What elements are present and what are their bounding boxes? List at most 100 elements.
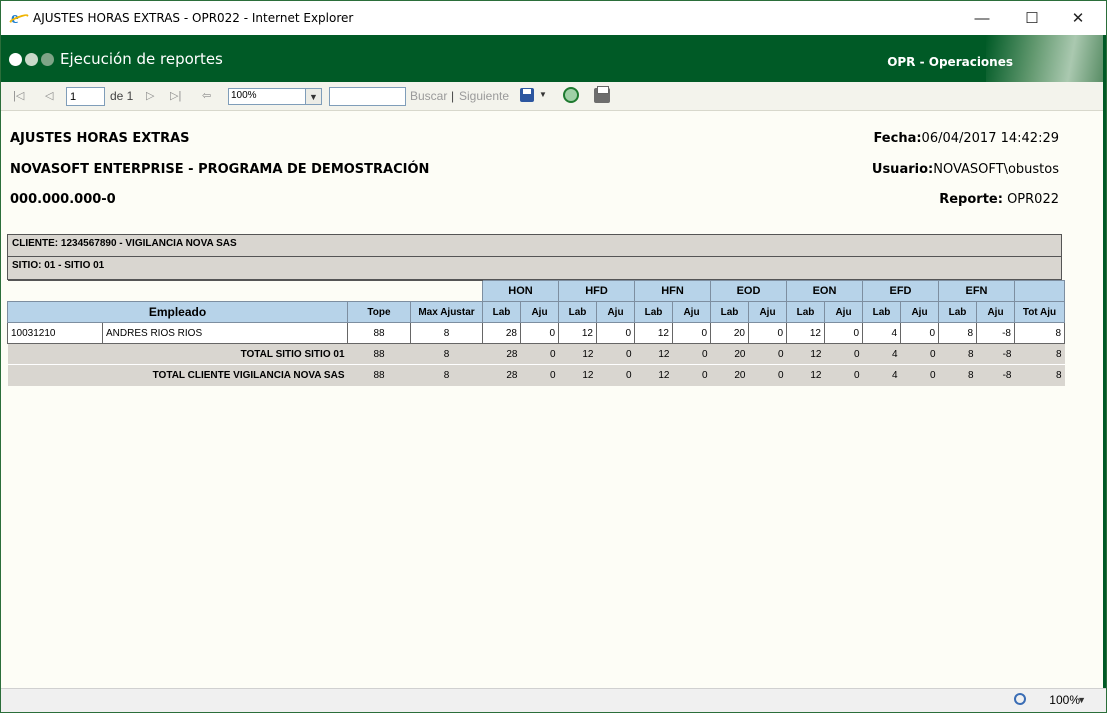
- col-lab: Lab: [710, 301, 749, 323]
- toolbar-separator: |: [451, 89, 455, 103]
- total-value: 0: [520, 343, 559, 365]
- date-label: Fecha:: [873, 131, 922, 146]
- col-lab: Lab: [938, 301, 977, 323]
- page-number-input[interactable]: [66, 87, 105, 106]
- row-value: 0: [520, 322, 559, 344]
- total-value: 0: [596, 343, 635, 365]
- report-code-label: Reporte:: [939, 192, 1003, 207]
- zoom-icon[interactable]: [1014, 693, 1026, 705]
- total-tope: 88: [347, 364, 411, 386]
- zoom-level[interactable]: 100%: [1049, 693, 1080, 707]
- report-user: Usuario:NOVASOFT\obustos: [872, 162, 1059, 177]
- search-link[interactable]: Buscar: [410, 89, 447, 103]
- chevron-down-icon[interactable]: ▼: [1077, 695, 1086, 705]
- row-max: 8: [410, 322, 483, 344]
- col-aju: Aju: [976, 301, 1015, 323]
- col-aju: Aju: [596, 301, 635, 323]
- col-tot-aju: Tot Aju: [1014, 301, 1065, 323]
- group-hfn: HFN: [634, 280, 711, 302]
- total-row-site: TOTAL SITIO SITIO 01 88 8 28 0 12 0 12 0…: [7, 343, 1065, 365]
- total-value: 12: [558, 343, 597, 365]
- total-value: 0: [672, 364, 711, 386]
- user-value: NOVASOFT\obustos: [933, 162, 1059, 177]
- total-value: 28: [482, 343, 521, 365]
- col-lab: Lab: [786, 301, 825, 323]
- refresh-icon[interactable]: [563, 87, 579, 103]
- row-value: 0: [824, 322, 863, 344]
- date-value: 06/04/2017 14:42:29: [921, 131, 1059, 146]
- row-value: -8: [976, 322, 1015, 344]
- total-value: 0: [824, 364, 863, 386]
- status-bar: 100% ▼: [1, 688, 1106, 712]
- row-value: 20: [710, 322, 749, 344]
- row-value: 8: [938, 322, 977, 344]
- col-aju: Aju: [520, 301, 559, 323]
- group-eon: EON: [786, 280, 863, 302]
- total-value: 12: [786, 364, 825, 386]
- print-icon[interactable]: [594, 86, 610, 103]
- next-link[interactable]: Siguiente: [459, 89, 509, 103]
- column-header-row: Empleado Tope Max Ajustar Lab Aju Lab Aju …: [7, 301, 1065, 323]
- total-value: 20: [710, 364, 749, 386]
- close-button[interactable]: ✕: [1055, 1, 1101, 35]
- group-hfd: HFD: [558, 280, 635, 302]
- save-icon[interactable]: [520, 88, 534, 102]
- back-icon[interactable]: ⇦: [202, 89, 211, 102]
- total-label: TOTAL CLIENTE VIGILANCIA NOVA SAS: [7, 364, 348, 386]
- search-input[interactable]: [329, 87, 406, 106]
- report-toolbar: |◁ ◁ de 1 ▷ ▷| ⇦ 100% ▼ Buscar | Siguien…: [1, 82, 1106, 111]
- total-value: 0: [748, 364, 787, 386]
- total-value: 0: [824, 343, 863, 365]
- total-value: 12: [558, 364, 597, 386]
- row-value: 28: [482, 322, 521, 344]
- minimize-button[interactable]: —: [959, 1, 1005, 35]
- total-value: -8: [976, 343, 1015, 365]
- total-tope: 88: [347, 343, 411, 365]
- group-efd: EFD: [862, 280, 939, 302]
- report-table: HON HFD HFN EOD EON EFD EFN Empleado Top…: [7, 280, 1065, 386]
- total-value: 28: [482, 364, 521, 386]
- last-page-icon[interactable]: ▷|: [170, 89, 181, 102]
- report-area: AJUSTES HORAS EXTRAS NOVASOFT ENTERPRISE…: [1, 112, 1106, 688]
- col-aju: Aju: [824, 301, 863, 323]
- report-code-value: OPR022: [1002, 192, 1059, 207]
- row-value: 12: [634, 322, 673, 344]
- col-lab: Lab: [558, 301, 597, 323]
- total-value: 0: [748, 343, 787, 365]
- total-max: 8: [410, 343, 483, 365]
- row-tope: 88: [347, 322, 411, 344]
- company-name: NOVASOFT ENTERPRISE - PROGRAMA DE DEMOST…: [10, 162, 430, 177]
- total-value: 0: [596, 364, 635, 386]
- title-bar: e AJUSTES HORAS EXTRAS - OPR022 - Intern…: [1, 1, 1106, 35]
- next-page-icon[interactable]: ▷: [146, 89, 154, 102]
- row-tot-aju: 8: [1014, 322, 1065, 344]
- group-blank: [1014, 280, 1065, 302]
- maximize-button[interactable]: ☐: [1009, 1, 1055, 35]
- report-date: Fecha:06/04/2017 14:42:29: [873, 131, 1059, 146]
- module-label: OPR - Operaciones: [887, 55, 1013, 69]
- total-tot-aju: 8: [1014, 343, 1065, 365]
- col-aju: Aju: [672, 301, 711, 323]
- prev-page-icon[interactable]: ◁: [45, 89, 53, 102]
- first-page-icon[interactable]: |◁: [13, 89, 24, 102]
- window-edge: [1103, 35, 1106, 688]
- total-row-client: TOTAL CLIENTE VIGILANCIA NOVA SAS 88 8 2…: [7, 364, 1065, 386]
- total-value: 8: [938, 364, 977, 386]
- page-title: Ejecución de reportes: [60, 50, 223, 68]
- total-value: 12: [634, 343, 673, 365]
- chevron-down-icon[interactable]: ▼: [305, 89, 321, 104]
- browser-window: e AJUSTES HORAS EXTRAS - OPR022 - Intern…: [0, 0, 1107, 713]
- zoom-select[interactable]: 100% ▼: [228, 88, 322, 105]
- logo-dots: [9, 53, 54, 66]
- total-value: 0: [900, 364, 939, 386]
- window-title: AJUSTES HORAS EXTRAS - OPR022 - Internet…: [33, 11, 354, 25]
- group-efn: EFN: [938, 280, 1015, 302]
- report-code: Reporte: OPR022: [939, 192, 1059, 207]
- total-value: -8: [976, 364, 1015, 386]
- group-eod: EOD: [710, 280, 787, 302]
- export-dropdown-icon[interactable]: ▼: [539, 90, 547, 99]
- col-lab: Lab: [482, 301, 521, 323]
- col-aju: Aju: [900, 301, 939, 323]
- total-value: 0: [520, 364, 559, 386]
- page-count-label: de 1: [110, 89, 134, 103]
